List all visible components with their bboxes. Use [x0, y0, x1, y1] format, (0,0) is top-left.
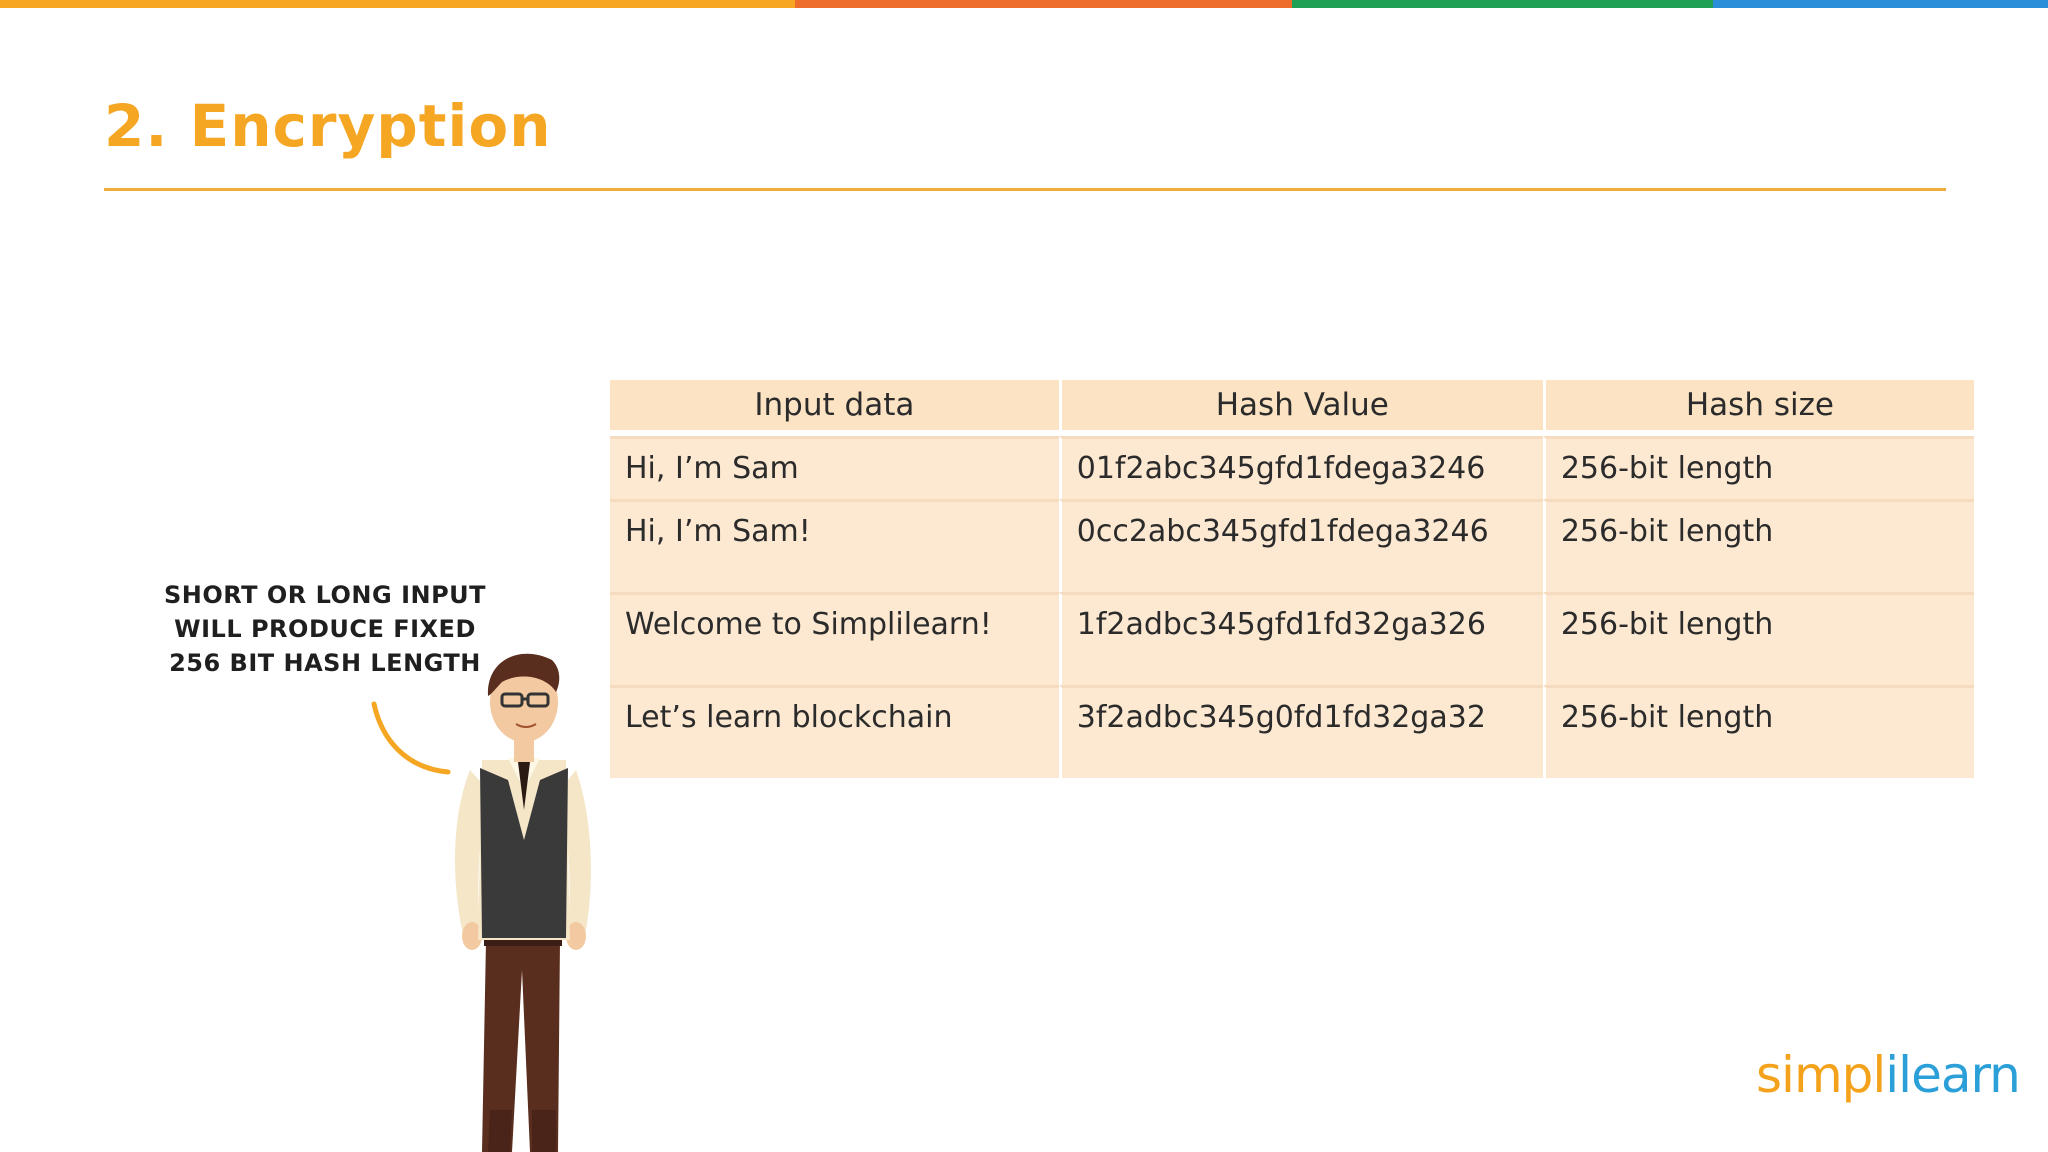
cell-hash-size: 256-bit length: [1542, 499, 1974, 592]
table-row: Hi, I’m Sam! 0cc2abc345gfd1fdega3246 256…: [610, 499, 1974, 592]
cell-hash-size: 256-bit length: [1542, 685, 1974, 778]
presenter-character-illustration: [455, 653, 591, 1152]
cell-input-data: Welcome to Simplilearn!: [610, 592, 1059, 685]
table-row: Hi, I’m Sam 01f2abc345gfd1fdega3246 256-…: [610, 436, 1974, 499]
cell-hash-size: 256-bit length: [1542, 436, 1974, 499]
cell-hash-value: 3f2adbc345g0fd1fd32ga32: [1058, 685, 1543, 778]
cell-hash-size: 256-bit length: [1542, 592, 1974, 685]
top-bar-segment-red: [795, 0, 1292, 8]
slide-title: 2. Encryption: [104, 92, 552, 160]
logo-part-b: ilearn: [1885, 1046, 2021, 1104]
top-bar-segment-green: [1292, 0, 1713, 8]
cell-input-data: Let’s learn blockchain: [610, 685, 1059, 778]
top-bar-segment-blue: [1713, 0, 2048, 8]
hash-table: Input data Hash Value Hash size Hi, I’m …: [610, 380, 1974, 778]
column-header-input-data: Input data: [610, 380, 1059, 436]
table-row: Let’s learn blockchain 3f2adbc345g0fd1fd…: [610, 685, 1974, 778]
cell-hash-value: 1f2adbc345gfd1fd32ga326: [1058, 592, 1543, 685]
table-header-row: Input data Hash Value Hash size: [610, 380, 1974, 436]
cell-input-data: Hi, I’m Sam!: [610, 499, 1059, 592]
top-color-bar: [0, 0, 2048, 8]
column-header-hash-value: Hash Value: [1058, 380, 1543, 436]
top-bar-segment-orange: [0, 0, 795, 8]
cell-hash-value: 01f2abc345gfd1fdega3246: [1058, 436, 1543, 499]
speech-line: Short or long input: [163, 581, 487, 609]
cell-hash-value: 0cc2abc345gfd1fdega3246: [1058, 499, 1543, 592]
logo-part-a: simpl: [1756, 1046, 1886, 1104]
table-row: Welcome to Simplilearn! 1f2adbc345gfd1fd…: [610, 592, 1974, 685]
simplilearn-logo: simplilearn: [1756, 1040, 2021, 1110]
title-divider: [104, 188, 1946, 191]
cell-input-data: Hi, I’m Sam: [610, 436, 1059, 499]
column-header-hash-size: Hash size: [1542, 380, 1974, 436]
